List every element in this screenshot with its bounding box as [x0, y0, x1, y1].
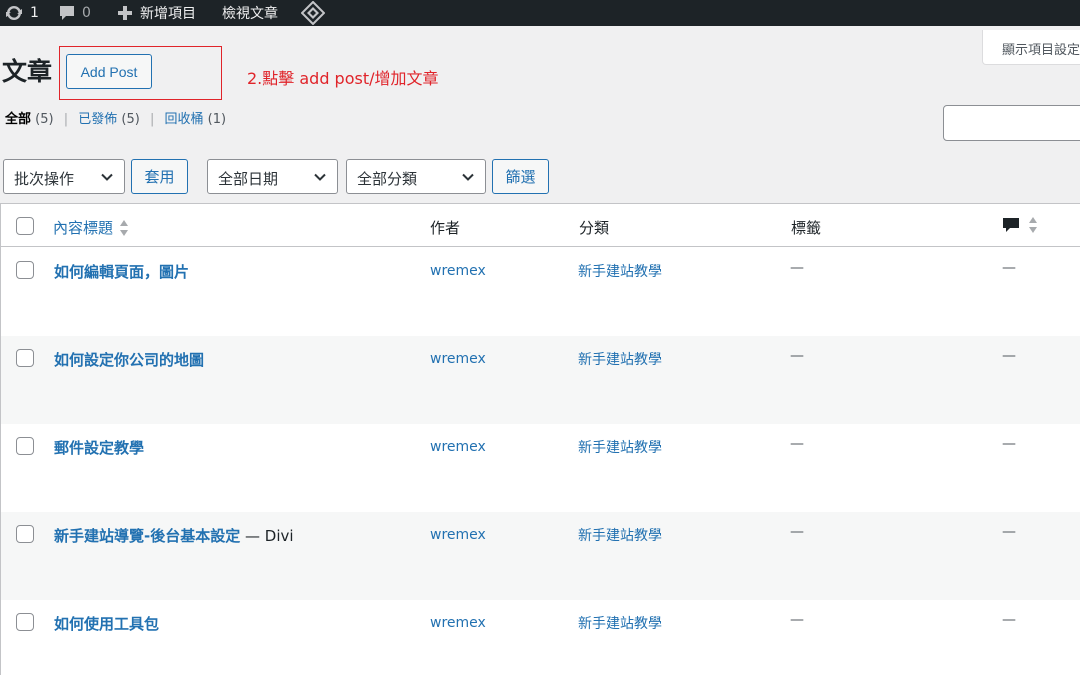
add-post-button[interactable]: Add Post — [66, 54, 152, 89]
table-row: 如何使用工具包 wremex 新手建站教學 — — — [1, 600, 1080, 675]
post-comments: — — [1002, 436, 1016, 452]
filter-separator: | — [63, 112, 69, 127]
row-checkbox[interactable] — [16, 613, 34, 631]
post-tags: — — [790, 348, 804, 364]
column-title[interactable]: 內容標題 — [53, 217, 129, 238]
post-title-link[interactable]: 郵件設定教學 — [54, 437, 144, 458]
post-comments: — — [1002, 524, 1016, 540]
comment-bubble-icon — [1003, 218, 1019, 232]
post-title: 如何使用工具包 — [54, 615, 160, 633]
chevron-down-icon — [314, 173, 326, 181]
bulk-action-select[interactable]: 批次操作 — [3, 159, 125, 194]
post-category-link[interactable]: 新手建站教學 — [578, 613, 662, 633]
column-comments[interactable] — [1002, 216, 1038, 234]
row-checkbox[interactable] — [16, 261, 34, 279]
post-tags: — — [790, 524, 804, 540]
date-filter-select[interactable]: 全部日期 — [207, 159, 338, 194]
column-title-label: 內容標題 — [53, 219, 114, 237]
plus-icon — [118, 6, 132, 20]
column-tags: 標籤 — [791, 219, 822, 237]
comment-icon — [60, 6, 74, 20]
apply-button[interactable]: 套用 — [131, 159, 188, 194]
post-tags: — — [790, 436, 804, 452]
filter-button[interactable]: 篩選 — [492, 159, 549, 194]
post-title-link[interactable]: 如何使用工具包 — [54, 613, 159, 634]
sort-icon — [120, 219, 129, 236]
post-category-link[interactable]: 新手建站教學 — [578, 525, 662, 545]
row-checkbox[interactable] — [16, 437, 34, 455]
post-suffix: — Divi — [240, 527, 294, 545]
table-row: 如何編輯頁面，圖片 wremex 新手建站教學 — — — [1, 248, 1080, 336]
page-title: 文章 — [2, 57, 53, 86]
filter-trash[interactable]: 回收桶 — [165, 112, 204, 127]
row-checkbox[interactable] — [16, 349, 34, 367]
category-filter-select[interactable]: 全部分類 — [346, 159, 486, 194]
row-checkbox[interactable] — [16, 525, 34, 543]
admin-bar: 1 0 新增項目 檢視文章 — [0, 0, 1080, 26]
post-title: 郵件設定教學 — [54, 439, 145, 457]
select-all-checkbox[interactable] — [16, 217, 34, 235]
new-item-menu[interactable]: 新增項目 — [116, 0, 196, 26]
posts-table: 內容標題 作者 分類 標籤 如何編輯頁面，圖片 wremex 新手建站教學 — … — [0, 203, 1080, 675]
filter-trash-count: (1) — [207, 112, 227, 127]
column-categories: 分類 — [579, 219, 610, 237]
plugin-menu[interactable] — [301, 0, 325, 26]
post-title: 新手建站導覽-後台基本設定 — [54, 527, 241, 545]
filter-all-count: (5) — [35, 112, 54, 127]
table-header: 內容標題 作者 分類 標籤 — [1, 204, 1080, 247]
diamond-logo-icon — [301, 1, 325, 25]
post-title-link[interactable]: 新手建站導覽-後台基本設定 — Divi — [54, 525, 294, 546]
post-comments: — — [1002, 260, 1016, 276]
post-title-link[interactable]: 如何編輯頁面，圖片 — [54, 261, 189, 282]
post-author-link[interactable]: wremex — [430, 527, 486, 543]
chevron-down-icon — [462, 173, 474, 181]
post-author-link[interactable]: wremex — [430, 615, 486, 631]
chevron-down-icon — [101, 173, 113, 181]
post-category-link[interactable]: 新手建站教學 — [578, 261, 662, 281]
new-item-label: 新增項目 — [140, 6, 196, 22]
table-row: 郵件設定教學 wremex 新手建站教學 — — — [1, 424, 1080, 512]
date-filter-value: 全部日期 — [218, 170, 279, 188]
post-tags: — — [790, 612, 804, 628]
table-row: 新手建站導覽-後台基本設定 — Divi wremex 新手建站教學 — — — [1, 512, 1080, 600]
screen-options-tab[interactable]: 顯示項目設定 — [982, 30, 1080, 65]
refresh-icon — [6, 6, 22, 20]
post-tags: — — [790, 260, 804, 276]
status-filters: 全部 (5) | 已發佈 (5) | 回收桶 (1) — [5, 108, 226, 127]
filter-separator: | — [149, 112, 155, 127]
post-category-link[interactable]: 新手建站教學 — [578, 437, 662, 457]
filter-published-count: (5) — [121, 112, 140, 127]
filter-published[interactable]: 已發佈 — [78, 112, 117, 127]
screen-options-label: 顯示項目設定 — [1002, 43, 1080, 58]
filter-all[interactable]: 全部 — [5, 112, 31, 127]
post-author-link[interactable]: wremex — [430, 351, 486, 367]
post-category-link[interactable]: 新手建站教學 — [578, 349, 662, 369]
comments-count: 0 — [82, 5, 91, 21]
comments-menu[interactable]: 0 — [58, 0, 91, 26]
post-author-link[interactable]: wremex — [430, 263, 486, 279]
post-title: 如何設定你公司的地圖 — [54, 351, 205, 369]
post-author-link[interactable]: wremex — [430, 439, 486, 455]
search-input[interactable] — [943, 105, 1080, 141]
bulk-action-value: 批次操作 — [14, 170, 75, 188]
post-comments: — — [1002, 612, 1016, 628]
category-filter-value: 全部分類 — [357, 170, 418, 188]
post-comments: — — [1002, 348, 1016, 364]
table-row: 如何設定你公司的地圖 wremex 新手建站教學 — — — [1, 336, 1080, 424]
annotation-text: 2.點擊 add post/增加文章 — [247, 69, 439, 88]
post-title: 如何編輯頁面，圖片 — [54, 263, 190, 281]
column-author: 作者 — [430, 219, 461, 237]
view-posts-label: 檢視文章 — [222, 6, 278, 22]
view-posts-link[interactable]: 檢視文章 — [222, 0, 278, 26]
sort-icon — [1029, 217, 1037, 233]
updates-menu[interactable]: 1 — [4, 0, 39, 26]
post-title-link[interactable]: 如何設定你公司的地圖 — [54, 349, 204, 370]
updates-count: 1 — [30, 5, 39, 21]
